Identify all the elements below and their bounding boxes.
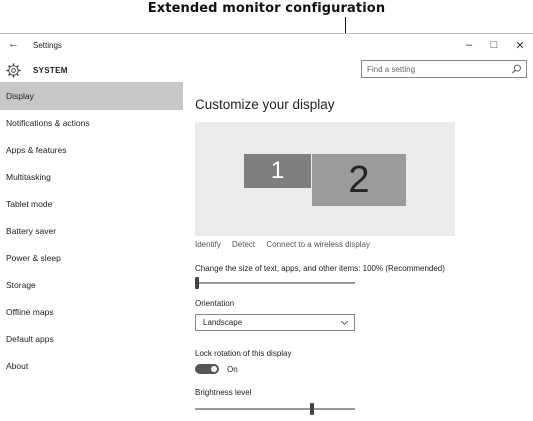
sidebar-item-default-apps[interactable]: Default apps (0, 325, 183, 353)
orientation-label: Orientation (195, 299, 235, 308)
toggle-knob (211, 366, 217, 372)
display-arrangement-area: 1 2 (195, 122, 455, 236)
scale-slider[interactable] (195, 277, 355, 289)
scale-slider-thumb[interactable] (195, 277, 199, 289)
lock-rotation-toggle[interactable] (195, 364, 219, 374)
sidebar-item-power-sleep[interactable]: Power & sleep (0, 244, 183, 272)
orientation-dropdown[interactable]: Landscape (195, 314, 355, 331)
sidebar-item-notifications[interactable]: Notifications & actions (0, 109, 183, 137)
monitor-1-tile[interactable]: 1 (244, 154, 311, 188)
lock-rotation-label: Lock rotation of this display (195, 349, 292, 358)
scale-label: Change the size of text, apps, and other… (195, 264, 445, 273)
detect-link[interactable]: Detect (232, 240, 255, 249)
lock-rotation-state: On (227, 365, 238, 374)
page-title: Customize your display (195, 97, 335, 112)
gear-icon (6, 63, 21, 78)
sidebar-item-about[interactable]: About (0, 352, 183, 380)
back-arrow-icon[interactable]: ← (8, 38, 19, 50)
chevron-down-icon (341, 320, 348, 325)
sidebar-item-multitasking[interactable]: Multitasking (0, 163, 183, 191)
sidebar-item-display[interactable]: Display (0, 82, 183, 110)
monitor-2-tile[interactable]: 2 (312, 154, 406, 206)
callout-caption: Extended monitor configuration (147, 1, 386, 16)
orientation-value: Landscape (203, 318, 243, 327)
scale-slider-track (195, 282, 355, 284)
sidebar-nav: Display Notifications & actions Apps & f… (0, 82, 183, 421)
sidebar-item-apps-features[interactable]: Apps & features (0, 136, 183, 164)
settings-window: ← Settings – □ ✕ SYSTEM Display Notifica… (0, 33, 533, 421)
section-title: SYSTEM (33, 66, 68, 75)
brightness-slider-thumb[interactable] (310, 403, 314, 415)
window-title: Settings (33, 41, 62, 50)
sidebar-item-tablet-mode[interactable]: Tablet mode (0, 190, 183, 218)
connect-wireless-link[interactable]: Connect to a wireless display (266, 240, 370, 249)
main-content: Customize your display 1 2 Identify Dete… (195, 34, 533, 421)
brightness-slider[interactable] (195, 403, 355, 415)
sidebar-item-storage[interactable]: Storage (0, 271, 183, 299)
identify-link[interactable]: Identify (195, 240, 221, 249)
brightness-label: Brightness level (195, 388, 252, 397)
sidebar-item-battery-saver[interactable]: Battery saver (0, 217, 183, 245)
brightness-slider-track (195, 408, 355, 410)
display-links: Identify Detect Connect to a wireless di… (195, 240, 379, 249)
sidebar-item-offline-maps[interactable]: Offline maps (0, 298, 183, 326)
